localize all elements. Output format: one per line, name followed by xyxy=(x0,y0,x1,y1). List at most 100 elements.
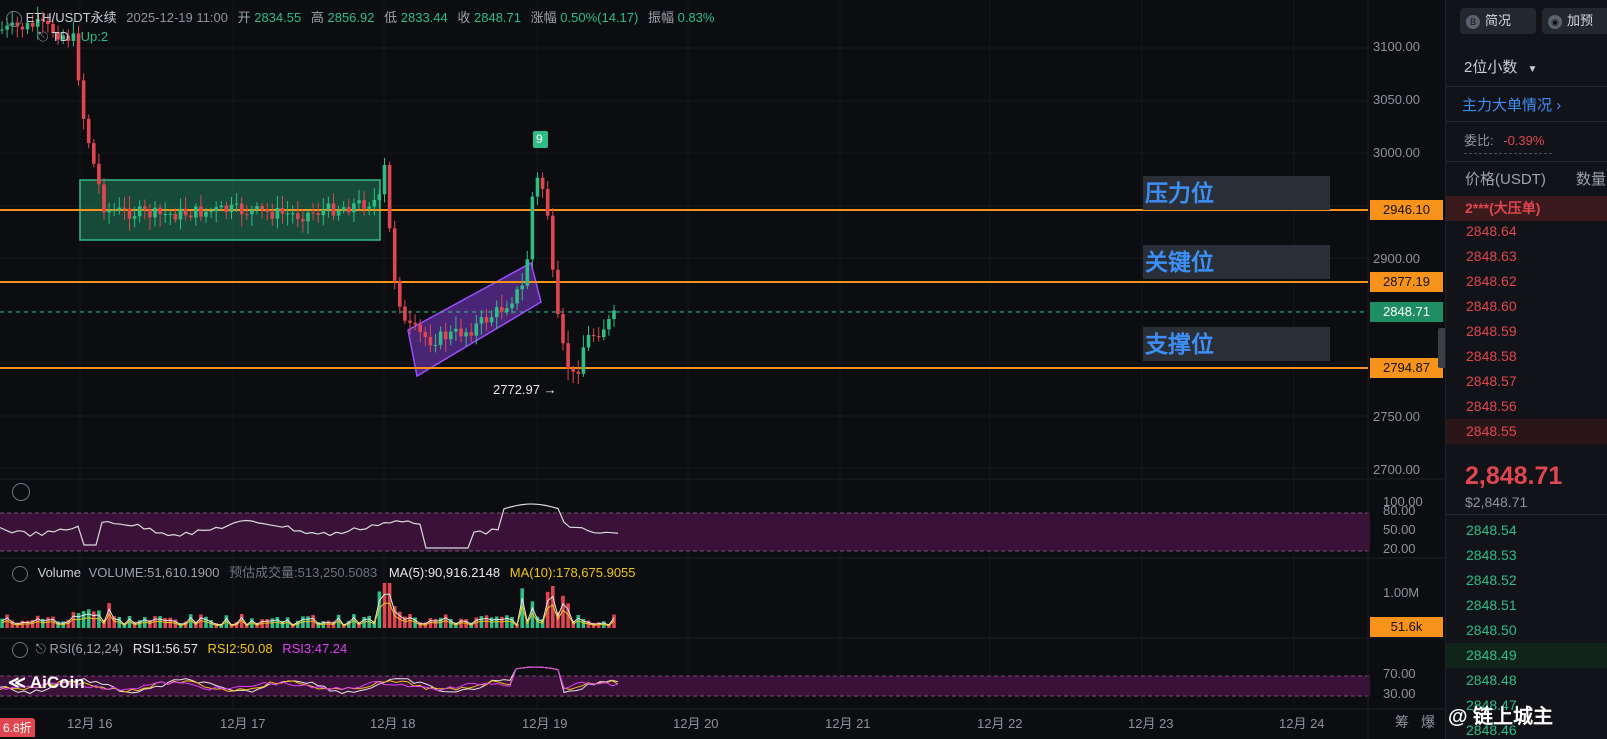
candle-body xyxy=(591,335,596,337)
candle-body xyxy=(510,303,514,309)
aicoin-logo-icon: ≪ xyxy=(8,673,26,692)
add-alert-button[interactable]: ◉ 加预 xyxy=(1542,8,1607,34)
ask-row[interactable]: 2848.57 xyxy=(1446,369,1607,394)
candle-body xyxy=(566,343,570,369)
candlestick-chart[interactable] xyxy=(0,0,1445,739)
candle-body xyxy=(433,344,438,346)
ask-row[interactable]: 2848.62 xyxy=(1446,269,1607,294)
bid-row[interactable]: 2848.52 xyxy=(1446,568,1607,593)
collapse-icon[interactable] xyxy=(6,10,22,27)
volume-bar xyxy=(545,591,550,628)
ask-row[interactable]: 2848.64 xyxy=(1446,219,1607,244)
bell-icon[interactable]: ⎋ xyxy=(38,29,48,44)
current-price-tag: 2848.71 xyxy=(1370,302,1443,322)
candle-body xyxy=(505,308,509,312)
osc-axis-label: 50.00 xyxy=(1383,522,1416,537)
discount-badge[interactable]: 6.8折 xyxy=(0,718,35,737)
candle-body xyxy=(540,177,545,189)
close-value: 2848.71 xyxy=(474,10,522,25)
candle-body xyxy=(443,331,448,340)
candle-body xyxy=(423,331,428,338)
candle-body xyxy=(153,207,157,218)
ask-row[interactable]: 2848.58 xyxy=(1446,344,1607,369)
ask-row[interactable]: 2848.59 xyxy=(1446,319,1607,344)
candle-body xyxy=(474,323,479,336)
rsi-axis-label: 30.00 xyxy=(1383,686,1416,701)
volume-collapse-icon[interactable] xyxy=(12,565,28,582)
divider xyxy=(1446,86,1607,87)
candle-body xyxy=(438,331,443,345)
candle-body xyxy=(311,212,315,214)
bid-row[interactable]: 2848.49 xyxy=(1446,643,1607,668)
volume-bar xyxy=(489,617,494,628)
ask-row[interactable]: 2848.56 xyxy=(1446,394,1607,419)
candle-body xyxy=(178,208,183,220)
amp-value: 0.83% xyxy=(677,10,715,25)
ask-row[interactable]: 2848.55 xyxy=(1446,419,1607,444)
candle-body xyxy=(122,207,127,209)
amp-label: 振幅 xyxy=(647,10,674,25)
symbol-label[interactable]: ETH/USDT永续 xyxy=(26,10,117,25)
ask-row[interactable]: 2848.63 xyxy=(1446,244,1607,269)
bid-row[interactable]: 2848.53 xyxy=(1446,543,1607,568)
chart-area[interactable]: ETH/USDT永续 2025-12-19 11:00 开 2834.55 高 … xyxy=(0,0,1446,739)
candle-body xyxy=(188,215,193,218)
brief-button[interactable]: B 简况 xyxy=(1460,8,1536,34)
ask-row-price: 2848.60 xyxy=(1466,298,1517,314)
candle-body xyxy=(596,336,601,338)
bid-row-price: 2848.50 xyxy=(1466,622,1517,638)
candle-body xyxy=(377,194,382,200)
decimals-select[interactable]: 2位小数 ▼ xyxy=(1464,56,1537,77)
price-axis-label: 2700.00 xyxy=(1373,462,1420,477)
ask-row-price: 2848.59 xyxy=(1466,323,1517,339)
candle-body xyxy=(173,213,178,220)
candle-body xyxy=(602,329,606,338)
indicator-name[interactable]: TD xyxy=(52,29,69,44)
candle-body xyxy=(387,165,392,229)
candle-body xyxy=(316,213,320,216)
low-label: 低 xyxy=(384,10,398,25)
candle-body xyxy=(586,335,591,348)
candle-body xyxy=(270,211,275,219)
oscillator-band xyxy=(0,513,1370,551)
candle-body xyxy=(280,208,285,214)
candle-body xyxy=(489,317,494,323)
bid-row[interactable]: 2848.48 xyxy=(1446,668,1607,693)
candle-body xyxy=(194,206,198,218)
candle-body xyxy=(459,328,463,337)
aicoin-logo-text: AiCoin xyxy=(29,673,85,692)
volume-name[interactable]: Volume xyxy=(38,565,81,580)
x-axis-label: 12月 17 xyxy=(220,716,266,731)
ask-row[interactable]: 2848.60 xyxy=(1446,294,1607,319)
candle-body xyxy=(362,200,366,209)
candle-body xyxy=(92,143,96,164)
big-ask-row[interactable]: 2***(大压单) xyxy=(1446,196,1607,221)
bid-row[interactable]: 2848.50 xyxy=(1446,618,1607,643)
bid-row-price: 2848.52 xyxy=(1466,572,1517,588)
price-axis-label: 3000.00 xyxy=(1373,145,1420,160)
candle-body xyxy=(382,165,387,195)
candle-body xyxy=(367,206,371,209)
chip-button[interactable]: 筹 xyxy=(1395,712,1409,732)
expand-pane-icon[interactable] xyxy=(12,483,30,501)
bid-row[interactable]: 2848.54 xyxy=(1446,518,1607,543)
rsi-collapse-icon[interactable] xyxy=(12,641,28,658)
candle-body xyxy=(209,211,213,213)
candle-body xyxy=(392,228,397,281)
ask-row-price: 2848.62 xyxy=(1466,273,1517,289)
candle-body xyxy=(285,213,290,215)
liquidation-button[interactable]: 爆 xyxy=(1421,712,1435,732)
candle-body xyxy=(229,204,234,212)
big-orders-link[interactable]: 主力大单情况 › xyxy=(1462,94,1561,115)
rsi-name[interactable]: RSI(6,12,24) xyxy=(50,641,124,656)
candle-body xyxy=(224,205,229,212)
price-axis-label: 2750.00 xyxy=(1373,409,1420,424)
rsi-bell-icon[interactable]: ⎋ xyxy=(36,641,46,656)
candle-body xyxy=(515,289,519,304)
support-price-tag: 2794.87 xyxy=(1370,358,1443,378)
volume-bar xyxy=(500,616,504,628)
candle-body xyxy=(81,80,86,119)
ask-row-price: 2848.63 xyxy=(1466,248,1517,264)
bid-row[interactable]: 2848.51 xyxy=(1446,593,1607,618)
alert-icon: ◉ xyxy=(1548,14,1562,29)
